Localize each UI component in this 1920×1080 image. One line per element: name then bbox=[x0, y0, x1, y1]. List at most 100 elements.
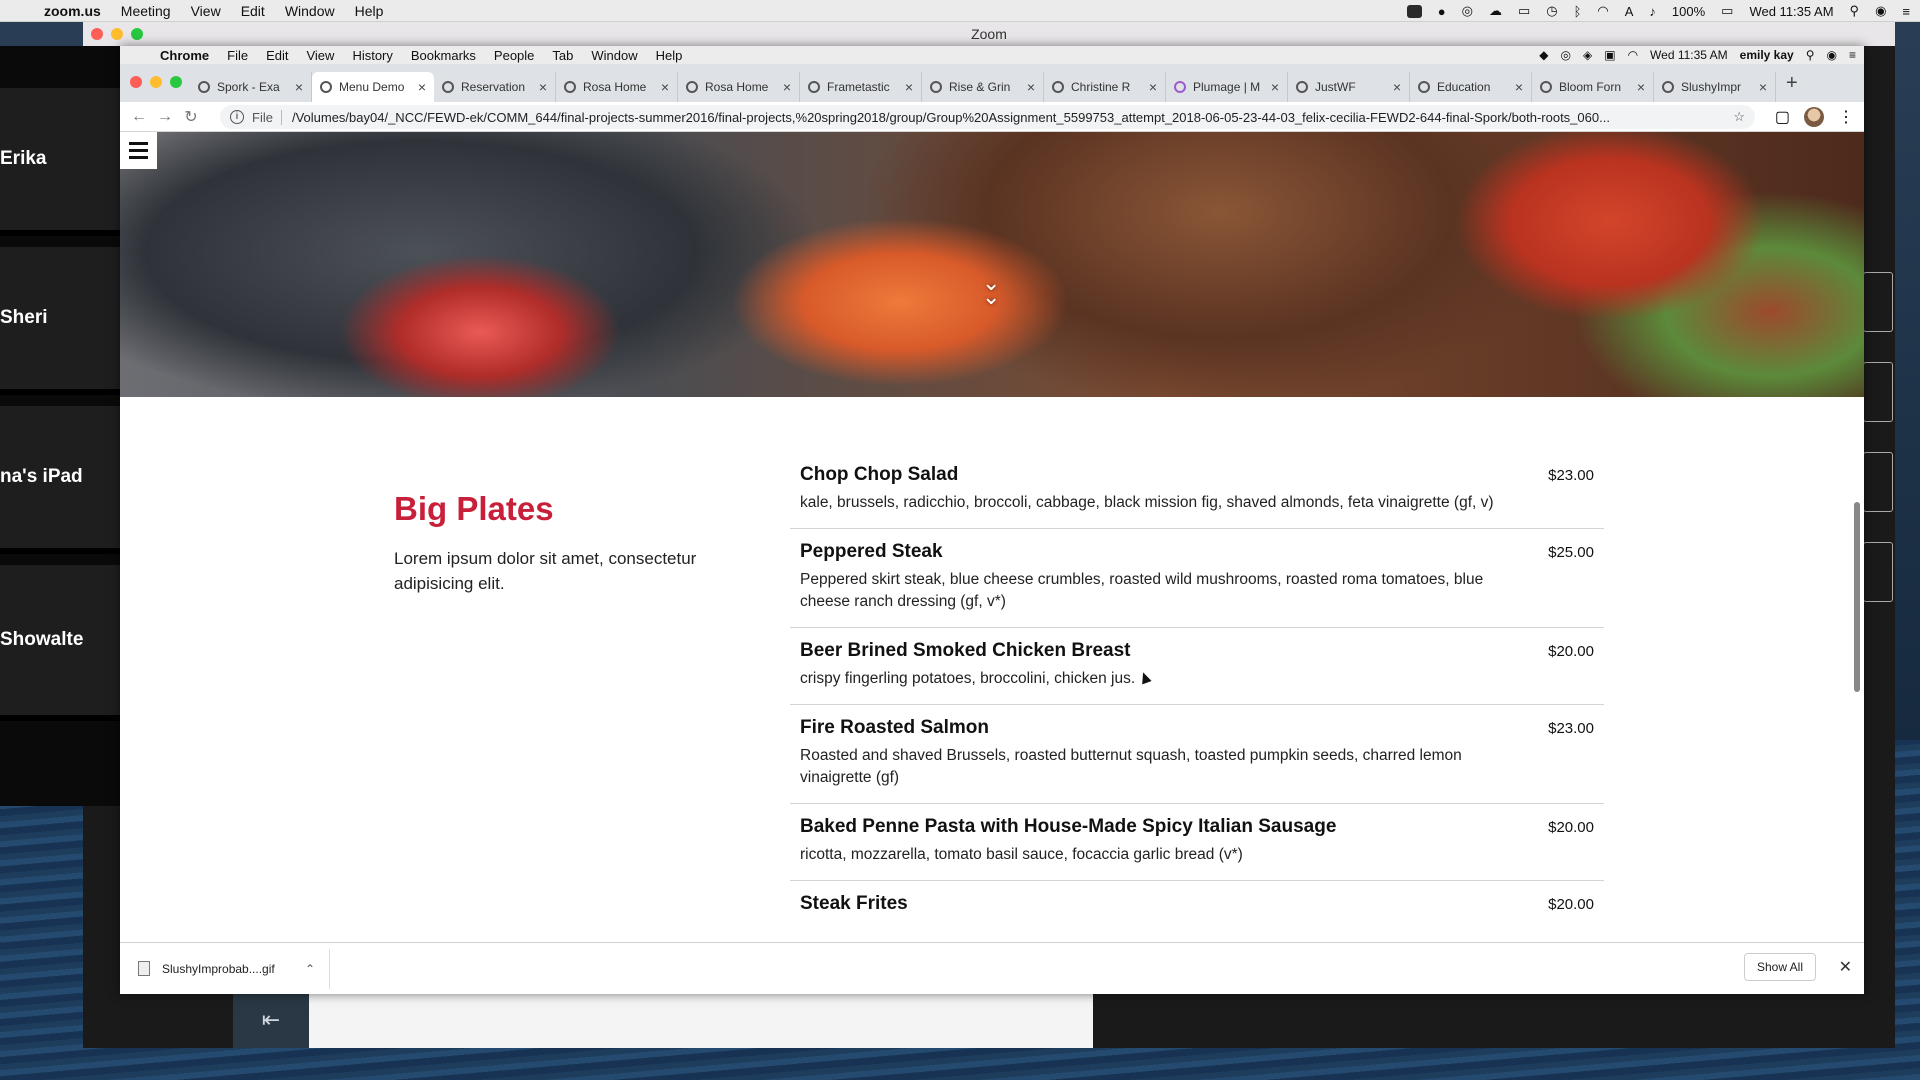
close-icon[interactable]: × bbox=[1637, 79, 1645, 95]
section-title: Big Plates bbox=[394, 490, 554, 527]
info-icon[interactable]: i bbox=[230, 110, 244, 124]
menu-file[interactable]: File bbox=[227, 48, 248, 63]
siri-icon[interactable]: ◉ bbox=[1875, 3, 1886, 19]
close-icon[interactable]: × bbox=[661, 79, 669, 95]
close-icon[interactable]: × bbox=[783, 79, 791, 95]
zoom-button[interactable] bbox=[131, 28, 143, 40]
chevron-up-icon[interactable]: ⌃ bbox=[305, 962, 315, 976]
input-source-icon[interactable]: A bbox=[1625, 4, 1634, 19]
forward-icon[interactable]: → bbox=[152, 108, 178, 126]
close-icon[interactable]: × bbox=[539, 79, 547, 95]
dropbox-icon[interactable]: ◆ bbox=[1539, 48, 1548, 62]
notification-center-icon[interactable]: ≡ bbox=[1849, 48, 1856, 62]
new-tab-icon[interactable]: + bbox=[1786, 72, 1798, 95]
close-icon[interactable]: × bbox=[1759, 79, 1767, 95]
screen-icon[interactable]: ▣ bbox=[1604, 48, 1615, 62]
drive-icon[interactable]: ☁ bbox=[1489, 3, 1502, 19]
zoom-button[interactable] bbox=[170, 76, 182, 88]
wifi-icon[interactable]: ◠ bbox=[1597, 3, 1608, 19]
user-name[interactable]: emily kay bbox=[1740, 48, 1794, 62]
menubar-edit[interactable]: Edit bbox=[241, 3, 265, 19]
airplay-icon[interactable]: ▭ bbox=[1518, 3, 1530, 19]
close-icon[interactable]: × bbox=[905, 79, 913, 95]
collapse-icon[interactable]: ⇤ bbox=[233, 992, 309, 1048]
close-icon[interactable]: × bbox=[295, 79, 303, 95]
tab[interactable]: SlushyImpr × bbox=[1654, 72, 1776, 102]
tab[interactable]: Rosa Home × bbox=[678, 72, 800, 102]
menu-edit[interactable]: Edit bbox=[266, 48, 288, 63]
download-item[interactable]: SlushyImprobab....gif ⌃ bbox=[120, 948, 330, 989]
menu-people[interactable]: People bbox=[494, 48, 534, 63]
chrome-clock[interactable]: Wed 11:35 AM bbox=[1650, 48, 1728, 62]
close-button[interactable] bbox=[130, 76, 142, 88]
close-button[interactable] bbox=[91, 28, 103, 40]
address-bar[interactable]: i File /Volumes/bay04/_NCC/FEWD-ek/COMM_… bbox=[220, 105, 1755, 129]
menu-bookmarks[interactable]: Bookmarks bbox=[411, 48, 476, 63]
tab[interactable]: Christine R × bbox=[1044, 72, 1166, 102]
menubar-help[interactable]: Help bbox=[355, 3, 384, 19]
extension-icon[interactable]: ▢ bbox=[1775, 107, 1790, 127]
tab[interactable]: Plumage | M × bbox=[1166, 72, 1288, 102]
creative-cloud-icon[interactable]: ◎ bbox=[1561, 48, 1571, 62]
back-icon[interactable]: ← bbox=[126, 108, 152, 126]
tab-title: Rise & Grin bbox=[949, 80, 1011, 94]
tab[interactable]: Spork - Exa × bbox=[190, 72, 312, 102]
globe-icon bbox=[564, 81, 576, 93]
minimize-button[interactable] bbox=[111, 28, 123, 40]
extension-icon[interactable]: ◈ bbox=[1583, 48, 1592, 62]
more-menu-icon[interactable]: ⋮ bbox=[1838, 107, 1854, 127]
url-text[interactable]: /Volumes/bay04/_NCC/FEWD-ek/COMM_644/fin… bbox=[292, 110, 1723, 125]
double-chevron-down-icon[interactable]: ⌄ ⌄ bbox=[982, 272, 1000, 308]
menu-tab[interactable]: Tab bbox=[552, 48, 573, 63]
bluetooth-icon[interactable]: ᛒ bbox=[1574, 4, 1582, 19]
tab[interactable]: Bloom Forn × bbox=[1532, 72, 1654, 102]
menubar-app-name[interactable]: zoom.us bbox=[44, 3, 101, 19]
menu-history[interactable]: History bbox=[352, 48, 392, 63]
tab[interactable]: Reservation × bbox=[434, 72, 556, 102]
download-shelf: SlushyImprobab....gif ⌃ Show All ✕ bbox=[120, 942, 1864, 994]
show-all-button[interactable]: Show All bbox=[1743, 953, 1816, 981]
tab[interactable]: Rise & Grin × bbox=[922, 72, 1044, 102]
menu-window[interactable]: Window bbox=[591, 48, 637, 63]
time-machine-icon[interactable]: ◷ bbox=[1546, 3, 1557, 19]
tab[interactable]: Rosa Home × bbox=[556, 72, 678, 102]
tab-active[interactable]: Menu Demo × bbox=[312, 72, 434, 102]
tab[interactable]: Education × bbox=[1410, 72, 1532, 102]
close-icon[interactable]: × bbox=[1027, 79, 1035, 95]
tab[interactable]: JustWF × bbox=[1288, 72, 1410, 102]
close-icon[interactable]: × bbox=[1515, 79, 1523, 95]
notification-center-icon[interactable]: ≡ bbox=[1902, 4, 1910, 19]
hamburger-menu-icon[interactable] bbox=[120, 132, 157, 169]
star-icon[interactable]: ☆ bbox=[1733, 109, 1745, 125]
zoom-status-icon[interactable] bbox=[1406, 4, 1422, 18]
spotlight-icon[interactable]: ⚲ bbox=[1806, 48, 1815, 62]
messages-icon[interactable]: ● bbox=[1438, 4, 1446, 19]
close-icon[interactable]: × bbox=[1393, 79, 1401, 95]
minimize-button[interactable] bbox=[150, 76, 162, 88]
menubar-view[interactable]: View bbox=[191, 3, 221, 19]
chrome-app-name[interactable]: Chrome bbox=[160, 48, 209, 63]
scrollbar-thumb[interactable] bbox=[1854, 502, 1860, 692]
close-icon[interactable]: × bbox=[418, 79, 426, 95]
profile-avatar[interactable] bbox=[1804, 107, 1824, 127]
volume-icon[interactable]: ♪ bbox=[1649, 4, 1656, 19]
siri-icon[interactable]: ◉ bbox=[1827, 48, 1837, 62]
reload-icon[interactable]: ↻ bbox=[178, 107, 204, 127]
menubar-window[interactable]: Window bbox=[285, 3, 335, 19]
menubar-clock[interactable]: Wed 11:35 AM bbox=[1749, 4, 1833, 19]
page-scrollbar[interactable] bbox=[1854, 132, 1862, 942]
close-icon[interactable]: × bbox=[1271, 79, 1279, 95]
creative-cloud-icon[interactable]: ◎ bbox=[1462, 3, 1473, 19]
chrome-menubar: Chrome File Edit View History Bookmarks … bbox=[120, 46, 1864, 64]
tab[interactable]: Frametastic × bbox=[800, 72, 922, 102]
battery-percent[interactable]: 100% bbox=[1672, 4, 1705, 19]
spotlight-icon[interactable]: ⚲ bbox=[1850, 3, 1860, 19]
menu-help[interactable]: Help bbox=[656, 48, 683, 63]
tab-title: Reservation bbox=[461, 80, 526, 94]
download-filename[interactable]: SlushyImprobab....gif bbox=[162, 962, 275, 976]
close-icon[interactable]: ✕ bbox=[1839, 957, 1852, 977]
menu-view[interactable]: View bbox=[306, 48, 334, 63]
close-icon[interactable]: × bbox=[1149, 79, 1157, 95]
menubar-meeting[interactable]: Meeting bbox=[121, 3, 171, 19]
wifi-icon[interactable]: ◠ bbox=[1628, 48, 1638, 62]
